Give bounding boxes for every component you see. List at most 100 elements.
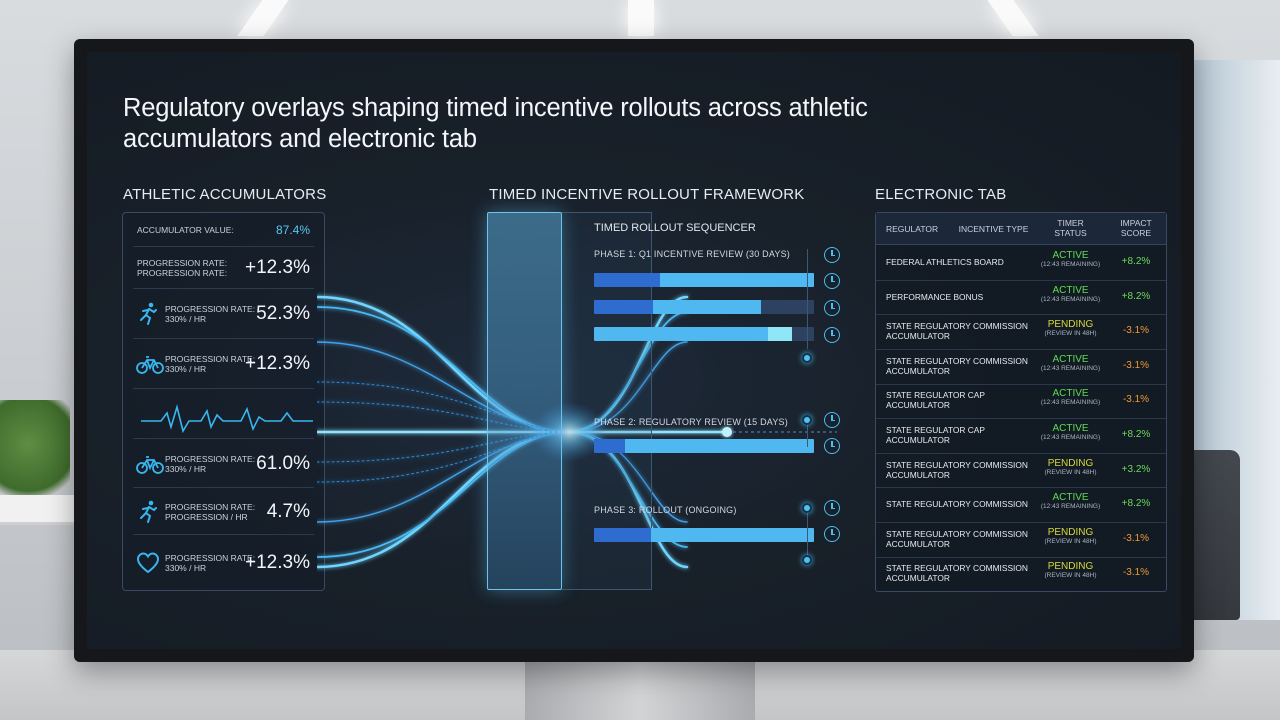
monitor: Regulatory overlays shaping timed incent… — [74, 39, 1194, 662]
table-row[interactable]: STATE REGULATOR CAP ACCUMULATOR ACTIVE (12:… — [876, 418, 1166, 454]
status-badge: ACTIVE — [1052, 284, 1089, 296]
impact-score-cell: +8.2% — [1121, 290, 1151, 302]
impact-score-cell: +8.2% — [1121, 429, 1151, 440]
impact-score-cell: +3.2% — [1121, 463, 1151, 475]
ceiling-light — [987, 0, 1039, 36]
list-item: ACCUMULATOR VALUE: 87.4% — [133, 213, 314, 247]
impact-score-cell: -3.1% — [1122, 325, 1150, 337]
impact-score-cell: -3.1% — [1122, 394, 1150, 406]
status-detail: (12:43 REMAINING) — [1040, 434, 1101, 441]
phase-3-label: PHASE 3: ROLLOUT (ONGOING) — [594, 505, 737, 515]
timeline-node[interactable] — [802, 353, 812, 363]
status-badge: ACTIVE — [1052, 423, 1089, 434]
timer-status-cell: ACTIVE (12:43 REMAINING) — [1033, 492, 1108, 511]
framework-heading: TIMED INCENTIVE ROLLOUT FRAMEWORK — [489, 186, 805, 203]
status-detail: (REVIEW IN 48H) — [1044, 572, 1097, 580]
table-row[interactable]: STATE REGULATORY COMMISSION ACCUMULATOR PE… — [876, 314, 1166, 350]
progress-bar — [594, 300, 814, 314]
status-badge: PENDING — [1047, 457, 1094, 469]
table-row[interactable]: STATE REGULATORY COMMISSION ACCUMULATOR PE… — [876, 453, 1166, 489]
progress-fill — [653, 300, 762, 314]
table-row[interactable]: PERFORMANCE BONUS ACTIVE (12:43 REMAINING)… — [876, 280, 1166, 316]
table-row[interactable]: STATE REGULATORY COMMISSION ACCUMULATOR PE… — [876, 556, 1166, 592]
dashboard-screen: Regulatory overlays shaping timed incent… — [87, 52, 1181, 649]
clock-icon[interactable] — [824, 247, 840, 263]
list-item: PROGRESSION RATE: 330% / HR +12.3% — [133, 339, 314, 389]
phase-1-label: PHASE 1: Q1 INCENTIVE REVIEW (30 DAYS) — [594, 249, 790, 259]
runner-icon — [135, 301, 161, 327]
runner-icon — [135, 499, 161, 525]
metric-value: 4.7% — [266, 500, 310, 522]
timeline-node[interactable] — [802, 555, 812, 565]
regulator-cell: STATE REGULATOR CAP ACCUMULATOR — [886, 425, 985, 445]
progress-bar — [594, 327, 814, 341]
clock-icon[interactable] — [824, 412, 840, 428]
progress-bar — [594, 273, 814, 287]
timeline-connector — [807, 249, 808, 349]
timer-status-cell: ACTIVE (12:43 REMAINING) — [1033, 388, 1108, 407]
progress-bar — [594, 528, 814, 542]
monitor-stand — [525, 660, 755, 720]
electronic-tab-heading: ELECTRONIC TAB — [875, 186, 1007, 203]
metric-value: 87.4% — [275, 223, 310, 237]
table-row[interactable]: STATE REGULATORY COMMISSION ACCUMULATOR AC… — [876, 349, 1166, 385]
clock-icon[interactable] — [824, 526, 840, 542]
metric-label: PROGRESSION RATE: 330% / HR — [165, 304, 256, 324]
status-badge: ACTIVE — [1052, 492, 1089, 504]
progress-segment — [594, 300, 654, 314]
impact-score-cell: +8.2% — [1121, 256, 1151, 267]
heart-icon — [135, 550, 161, 576]
table-row[interactable]: STATE REGULATORY COMMISSION ACTIVE (12:43 … — [876, 487, 1166, 523]
ceiling-light — [628, 0, 654, 36]
plant — [0, 400, 70, 510]
table-row[interactable]: FEDERAL ATHLETICS BOARD ACTIVE (12:43 REMA… — [876, 245, 1166, 281]
status-detail: (12:43 REMAINING) — [1040, 399, 1101, 407]
metric-label: PROGRESSION RATE: 330% / HR — [165, 552, 256, 573]
table-row[interactable]: STATE REGULATORY COMMISSION ACCUMULATOR PE… — [876, 522, 1166, 558]
clock-icon[interactable] — [824, 300, 840, 316]
metric-value: +12.3% — [245, 551, 310, 573]
regulator-cell: STATE REGULATORY COMMISSION ACCUMULATOR — [886, 563, 1028, 584]
progress-fill — [594, 327, 768, 341]
bicycle-icon — [135, 451, 164, 477]
desk — [0, 495, 80, 525]
list-item: PROGRESSION RATE: 330% / HR 61.0% — [133, 439, 314, 488]
list-item: PROGRESSION RATE: PROGRESSION RATE: +12.3% — [133, 247, 314, 289]
metric-label: PROGRESSION RATE: PROGRESSION / HR — [165, 501, 256, 522]
timer-status-cell: ACTIVE (12:43 REMAINING) — [1033, 423, 1108, 442]
progress-segment — [594, 439, 625, 453]
timer-status-cell: PENDING (REVIEW IN 48H) — [1033, 458, 1108, 477]
timeline-node[interactable] — [802, 415, 812, 425]
metric-value: +12.3% — [245, 257, 310, 278]
framework-glass-panel — [487, 212, 562, 590]
status-detail: (12:43 REMAINING) — [1040, 261, 1101, 268]
regulator-cell: STATE REGULATOR CAP ACCUMULATOR — [886, 390, 985, 411]
phase-2-label: PHASE 2: REGULATORY REVIEW (15 DAYS) — [594, 417, 788, 427]
progress-highlight — [767, 327, 792, 341]
clock-icon[interactable] — [824, 273, 840, 289]
table-header: REGULATOR INCENTIVE TYPE TIMER STATUS IMP… — [876, 213, 1166, 245]
timeline-node[interactable] — [802, 503, 812, 513]
status-detail: (REVIEW IN 48H) — [1044, 468, 1097, 476]
metric-label: PROGRESSION RATE: 330% / HR — [165, 354, 256, 374]
regulator-cell: FEDERAL ATHLETICS BOARD — [886, 257, 1004, 267]
metric-label: ACCUMULATOR VALUE: — [137, 225, 234, 235]
metric-value: 52.3% — [256, 303, 310, 324]
timer-status-cell: PENDING (REVIEW IN 48H) — [1033, 561, 1108, 580]
clock-icon[interactable] — [824, 500, 840, 516]
list-item: PROGRESSION RATE: PROGRESSION / HR 4.7% — [133, 488, 314, 535]
list-item: PROGRESSION RATE: 330% / HR +12.3% — [133, 535, 314, 590]
clock-icon[interactable] — [824, 438, 840, 454]
metric-value: +12.3% — [245, 353, 310, 374]
status-badge: PENDING — [1047, 561, 1094, 573]
electronic-tab-table: REGULATOR INCENTIVE TYPE TIMER STATUS IMP… — [875, 212, 1167, 592]
page-title: Regulatory overlays shaping timed incent… — [123, 94, 868, 153]
impact-score-cell: -3.1% — [1122, 532, 1150, 544]
progress-fill — [660, 273, 814, 287]
regulator-cell: STATE REGULATORY COMMISSION ACCUMULATOR — [886, 355, 1028, 376]
timer-status-cell: ACTIVE (12:43 REMAINING) — [1033, 250, 1108, 269]
clock-icon[interactable] — [824, 327, 840, 343]
progress-segment — [594, 528, 652, 542]
table-row[interactable]: STATE REGULATOR CAP ACCUMULATOR ACTIVE (12:… — [876, 383, 1166, 420]
column-header-impact-score: IMPACT SCORE — [1120, 218, 1152, 238]
